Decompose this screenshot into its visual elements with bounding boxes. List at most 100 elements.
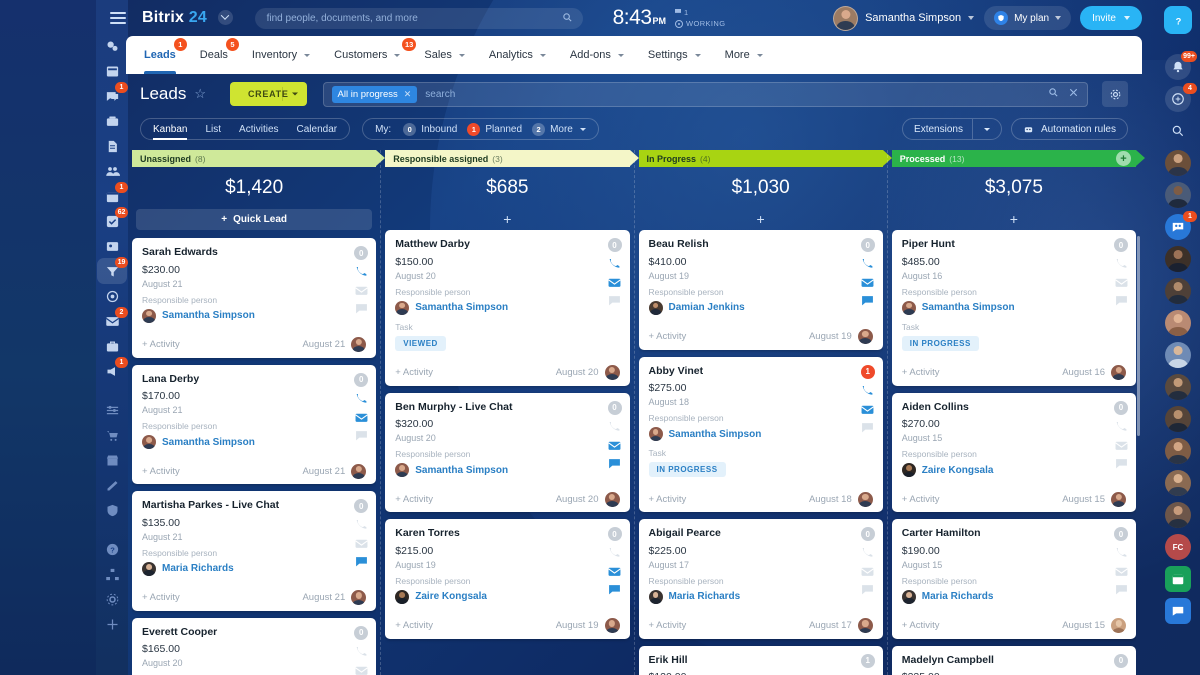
lead-card[interactable]: Matthew Darby $150.00 August 20 Responsi…: [385, 230, 630, 386]
sliders-icon[interactable]: [101, 400, 123, 420]
mail-icon[interactable]: [861, 277, 875, 288]
responsible-person[interactable]: Maria Richards: [142, 561, 366, 576]
add-activity-link[interactable]: + Activity: [395, 494, 433, 505]
lead-card[interactable]: Martisha Parkes - Live Chat $135.00 Augu…: [132, 491, 377, 611]
gear-icon[interactable]: [101, 589, 123, 609]
mail-icon[interactable]: [354, 665, 368, 675]
add-activity-link[interactable]: + Activity: [649, 620, 687, 631]
chevron-down-icon[interactable]: [1124, 16, 1130, 20]
chat-icon[interactable]: [608, 295, 621, 306]
chat-icon[interactable]: [355, 556, 368, 567]
my-plan-button[interactable]: My plan: [984, 6, 1072, 30]
search-icon[interactable]: [1165, 118, 1191, 144]
store-icon[interactable]: [101, 450, 123, 470]
group-icon[interactable]: [101, 161, 123, 181]
clear-filter-icon[interactable]: [1068, 85, 1079, 103]
tab-activities[interactable]: Activities: [239, 124, 278, 135]
create-button[interactable]: CREATE: [229, 82, 307, 106]
chat-blue-icon[interactable]: [1165, 598, 1191, 624]
briefcase-icon[interactable]: [101, 336, 123, 356]
close-icon[interactable]: ✕: [404, 89, 412, 100]
bitrix-logo-icon[interactable]: [101, 36, 123, 56]
plus-icon[interactable]: [101, 614, 123, 634]
nav-tab-analytics[interactable]: Analytics: [489, 36, 546, 74]
lead-card[interactable]: Carter Hamilton $190.00 August 15 Respon…: [891, 519, 1136, 639]
phone-icon[interactable]: [861, 548, 874, 559]
mail-icon[interactable]: [861, 566, 875, 577]
my-filter-planned[interactable]: 1 Planned: [467, 122, 522, 136]
avatar[interactable]: [1165, 278, 1191, 304]
add-activity-link[interactable]: + Activity: [902, 620, 940, 631]
calendar-green-icon[interactable]: [1165, 566, 1191, 592]
phone-icon[interactable]: [1115, 548, 1128, 559]
automation-rules-button[interactable]: Automation rules: [1010, 118, 1128, 140]
nav-tab-deals[interactable]: Deals 5: [200, 36, 239, 74]
mail-icon[interactable]: [1114, 566, 1128, 577]
nav-tab-sales[interactable]: Sales: [424, 36, 465, 74]
chevron-down-icon[interactable]: [968, 16, 975, 20]
avatar[interactable]: [1165, 310, 1191, 336]
documents-icon[interactable]: [101, 136, 123, 156]
phone-icon[interactable]: [1115, 421, 1128, 433]
sign-icon[interactable]: [101, 475, 123, 495]
chat-icon[interactable]: [355, 303, 368, 314]
nav-tab-more[interactable]: More: [725, 36, 763, 74]
group-chat-icon[interactable]: 1: [1165, 211, 1197, 240]
help-icon[interactable]: ?: [1164, 6, 1192, 34]
tab-kanban[interactable]: Kanban: [153, 124, 188, 140]
quick-lead-button[interactable]: + Quick Lead: [136, 209, 373, 230]
inbox-icon[interactable]: [101, 111, 123, 131]
add-activity-link[interactable]: + Activity: [902, 494, 940, 505]
chat-icon[interactable]: [1115, 295, 1128, 306]
chat-icon[interactable]: 1: [101, 82, 128, 106]
phone-icon[interactable]: [608, 548, 621, 559]
chat-icon[interactable]: [861, 422, 874, 433]
phone-icon[interactable]: [608, 421, 621, 433]
lead-card[interactable]: Sarah Edwards $230.00 August 21 Responsi…: [132, 238, 377, 358]
messages-icon[interactable]: 4: [1165, 83, 1197, 112]
chat-icon[interactable]: [861, 295, 874, 306]
avatar-fc[interactable]: FC: [1165, 534, 1191, 560]
add-activity-link[interactable]: + Activity: [649, 494, 687, 505]
column-header[interactable]: Responsible assigned (3): [385, 150, 639, 167]
avatar[interactable]: [1165, 342, 1191, 368]
add-activity-link[interactable]: + Activity: [142, 592, 180, 603]
nav-tab-inventory[interactable]: Inventory: [252, 36, 311, 74]
global-search-input[interactable]: find people, documents, and more: [254, 7, 583, 29]
mail-icon[interactable]: [354, 538, 368, 549]
tasks-icon[interactable]: 62: [101, 207, 128, 231]
lead-card[interactable]: Erik Hill $120.00 August 17 Responsible …: [638, 645, 883, 675]
crm-funnel-icon[interactable]: 19: [97, 257, 128, 284]
responsible-person[interactable]: Damian Jenkins: [648, 300, 873, 315]
lead-card[interactable]: Piper Hunt $485.00 August 16 Responsible…: [891, 230, 1136, 386]
phone-icon[interactable]: [355, 646, 368, 658]
avatar[interactable]: [1165, 470, 1191, 496]
responsible-person[interactable]: Samantha Simpson: [142, 308, 366, 323]
menu-burger-icon[interactable]: [110, 12, 126, 24]
favorite-star-icon[interactable]: ☆: [194, 86, 206, 102]
clock[interactable]: 8:43 PM: [613, 6, 666, 30]
add-card-button[interactable]: +: [892, 209, 1136, 229]
responsible-person[interactable]: Maria Richards: [648, 589, 873, 604]
chevron-down-icon[interactable]: [291, 92, 298, 96]
phone-icon[interactable]: [861, 259, 874, 270]
mail-icon[interactable]: [608, 277, 621, 288]
phone-icon[interactable]: [1115, 259, 1128, 270]
avatar[interactable]: [1165, 246, 1191, 272]
automation-icon[interactable]: [101, 286, 123, 306]
search-icon[interactable]: [1048, 85, 1059, 103]
lead-card[interactable]: Abigail Pearce $225.00 August 17 Respons…: [638, 519, 883, 639]
chat-icon[interactable]: [355, 430, 368, 441]
avatar[interactable]: [1165, 182, 1191, 208]
avatar[interactable]: [833, 5, 859, 31]
filter-search-bar[interactable]: All in progress ✕ search: [322, 81, 1088, 107]
phone-icon[interactable]: [355, 393, 368, 405]
notifications-icon[interactable]: 99+: [1165, 51, 1197, 80]
add-card-button[interactable]: +: [639, 209, 883, 229]
nav-tab-addons[interactable]: Add-ons: [570, 36, 624, 74]
responsible-person[interactable]: Maria Richards: [901, 589, 1126, 604]
add-activity-link[interactable]: + Activity: [395, 367, 433, 378]
my-filter-inbound[interactable]: 0 Inbound: [403, 122, 457, 136]
phone-icon[interactable]: [861, 385, 874, 397]
chat-icon[interactable]: [608, 458, 621, 469]
